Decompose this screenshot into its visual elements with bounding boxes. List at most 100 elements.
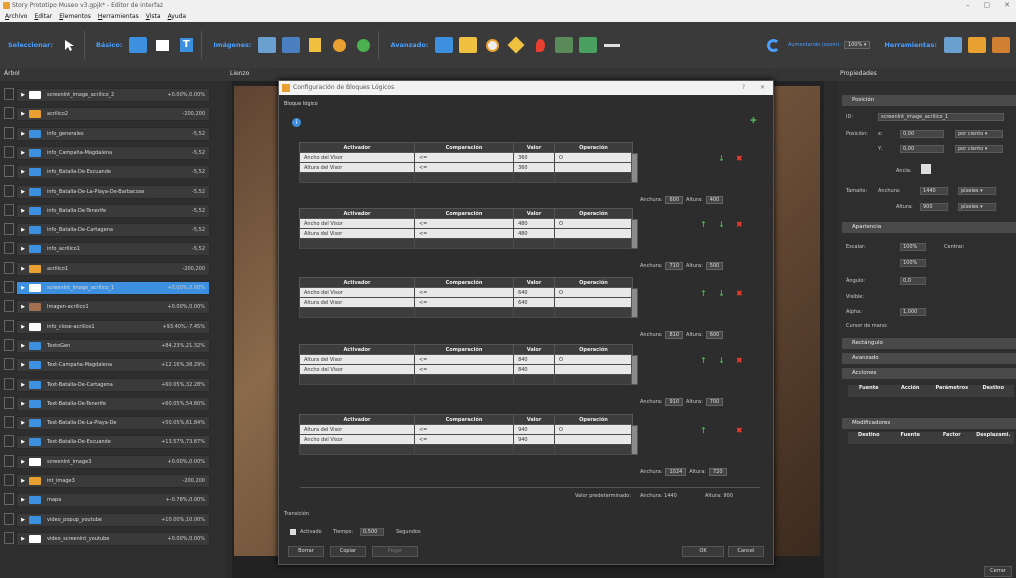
paste-button[interactable]: Pegar bbox=[372, 546, 418, 557]
condition-row[interactable]: Altura del Visor <= 840 O bbox=[299, 354, 634, 365]
zoom-select[interactable]: 100% ▾ bbox=[843, 41, 871, 49]
delete-block-icon[interactable]: ✖ bbox=[736, 289, 743, 298]
expand-arrow-icon[interactable]: ▶ bbox=[17, 92, 29, 98]
nav-icon[interactable] bbox=[507, 36, 525, 54]
tool-icon-1[interactable] bbox=[944, 37, 962, 53]
condition-cell[interactable]: 480 bbox=[513, 228, 555, 239]
visibility-checkbox[interactable] bbox=[4, 396, 14, 409]
condition-cell[interactable]: 940 bbox=[513, 434, 555, 445]
visibility-checkbox[interactable] bbox=[4, 107, 14, 120]
tree-item[interactable]: ▶ TextoGen +84.23%,21.32% bbox=[16, 338, 210, 353]
angle-field[interactable]: 0,0 bbox=[900, 277, 926, 285]
scale-x-field[interactable]: 100% bbox=[900, 243, 926, 251]
condition-cell[interactable]: <= bbox=[413, 434, 515, 445]
x-unit-select[interactable]: por ciento ▾ bbox=[955, 130, 1003, 138]
block-height-field[interactable]: 500 bbox=[705, 262, 724, 270]
condition-cell[interactable]: Altura del Visor bbox=[299, 228, 415, 239]
pin-icon[interactable] bbox=[531, 37, 549, 53]
info-icon[interactable]: i bbox=[292, 118, 301, 127]
empty-cell[interactable] bbox=[299, 307, 415, 318]
condition-cell[interactable]: Ancho del Visor bbox=[299, 287, 415, 298]
visibility-checkbox[interactable] bbox=[4, 203, 14, 216]
expand-arrow-icon[interactable]: ▶ bbox=[17, 343, 29, 349]
condition-row[interactable]: Ancho del Visor <= 940 bbox=[299, 434, 634, 445]
tree-item[interactable]: ▶ Text-Campaña-Magdalena +12.16%,38.29% bbox=[16, 358, 210, 373]
visibility-checkbox[interactable] bbox=[4, 261, 14, 274]
expand-arrow-icon[interactable]: ▶ bbox=[17, 401, 29, 407]
menu-editar[interactable]: Editar bbox=[34, 11, 52, 22]
condition-cell[interactable] bbox=[553, 364, 634, 375]
visibility-checkbox[interactable] bbox=[4, 223, 14, 236]
delete-block-icon[interactable]: ✖ bbox=[736, 426, 743, 435]
expand-arrow-icon[interactable]: ▶ bbox=[17, 382, 29, 388]
map-icon[interactable] bbox=[555, 37, 574, 53]
tree-item[interactable]: ▶ Text-Batalla-De-Cartagena +60.05%,32.28% bbox=[16, 377, 210, 392]
empty-cell[interactable] bbox=[413, 374, 515, 385]
tree-item[interactable]: ▶ acrilico1 -200,200 bbox=[16, 261, 210, 276]
tree-item[interactable]: ▶ info_Batalla-De-Tenerife -5,52 bbox=[16, 203, 210, 218]
scale-y-field[interactable]: 100% bbox=[900, 259, 926, 267]
alpha-field[interactable]: 1,000 bbox=[900, 308, 926, 316]
empty-cell[interactable] bbox=[553, 172, 634, 183]
block-width-field[interactable]: 1024 bbox=[665, 468, 687, 476]
condition-cell[interactable]: 480 bbox=[513, 218, 555, 229]
condition-cell[interactable]: Altura del Visor bbox=[299, 424, 415, 435]
empty-cell[interactable] bbox=[413, 172, 515, 183]
condition-row[interactable]: Altura del Visor <= 480 bbox=[299, 228, 634, 239]
expand-arrow-icon[interactable]: ▶ bbox=[17, 439, 29, 445]
tool-icon-2[interactable] bbox=[968, 37, 986, 53]
pointer-icon[interactable] bbox=[60, 37, 78, 53]
condition-cell[interactable]: <= bbox=[413, 218, 515, 229]
tree-item[interactable]: ▶ Text-Batalla-De-Tenerife +60.05%,54.80% bbox=[16, 396, 210, 411]
move-up-icon[interactable]: ↑ bbox=[700, 289, 707, 298]
condition-cell[interactable]: Ancho del Visor bbox=[299, 364, 415, 375]
empty-cell[interactable] bbox=[413, 307, 515, 318]
condition-cell[interactable]: <= bbox=[413, 354, 515, 365]
tool-icon-3[interactable] bbox=[992, 37, 1010, 53]
visibility-checkbox[interactable] bbox=[4, 165, 14, 178]
condition-cell[interactable]: <= bbox=[413, 152, 515, 163]
empty-cell[interactable] bbox=[413, 444, 515, 455]
condition-cell[interactable]: Altura del Visor bbox=[299, 297, 415, 308]
tree-item[interactable]: ▶ info_close-acrilico1 +93.40%,-7.45% bbox=[16, 319, 210, 334]
tree-item[interactable]: ▶ video_screenlnt_youtube +0.00%,0.00% bbox=[16, 531, 210, 546]
empty-cell[interactable] bbox=[553, 444, 634, 455]
expand-arrow-icon[interactable]: ▶ bbox=[17, 285, 29, 291]
visibility-checkbox[interactable] bbox=[4, 145, 14, 158]
condition-cell[interactable]: Ancho del Visor bbox=[299, 218, 415, 229]
media-icon[interactable] bbox=[579, 37, 598, 53]
condition-cell[interactable]: <= bbox=[413, 162, 515, 173]
block-width-field[interactable]: 710 bbox=[665, 262, 684, 270]
height-field[interactable]: 900 bbox=[920, 203, 948, 211]
menu-herramientas[interactable]: Herramientas bbox=[98, 11, 139, 22]
visibility-checkbox[interactable] bbox=[4, 377, 14, 390]
row-controls[interactable] bbox=[631, 425, 638, 455]
section-rectangle[interactable]: Rectángulo bbox=[842, 338, 1016, 349]
expand-arrow-icon[interactable]: ▶ bbox=[17, 169, 29, 175]
section-position[interactable]: Posición bbox=[842, 95, 1016, 106]
block-width-field[interactable]: 600 bbox=[665, 196, 684, 204]
condition-cell[interactable] bbox=[553, 228, 634, 239]
visibility-checkbox[interactable] bbox=[4, 338, 14, 351]
expand-arrow-icon[interactable]: ▶ bbox=[17, 459, 29, 465]
visibility-checkbox[interactable] bbox=[4, 493, 14, 506]
expand-arrow-icon[interactable]: ▶ bbox=[17, 497, 29, 503]
width-unit-select[interactable]: píxeles ▾ bbox=[958, 187, 996, 195]
tree-item[interactable]: ▶ screenlnt_image_acrilico_1 +0.00%,0.00% bbox=[16, 281, 210, 295]
tree-item[interactable]: ▶ acrilico2 -200,200 bbox=[16, 107, 210, 122]
tree-item[interactable]: ▶ info_generales -5,52 bbox=[16, 126, 210, 141]
section-advanced[interactable]: Avanzado bbox=[842, 353, 1016, 364]
visibility-checkbox[interactable] bbox=[4, 319, 14, 332]
condition-cell[interactable]: O bbox=[553, 218, 634, 229]
visibility-checkbox[interactable] bbox=[4, 281, 14, 293]
condition-cell[interactable] bbox=[553, 434, 634, 445]
expand-arrow-icon[interactable]: ▶ bbox=[17, 304, 29, 310]
condition-cell[interactable]: <= bbox=[413, 364, 515, 375]
move-down-icon[interactable]: ↓ bbox=[718, 154, 725, 163]
condition-cell[interactable]: <= bbox=[413, 287, 515, 298]
cancel-button[interactable]: Cancel bbox=[728, 546, 764, 557]
id-field[interactable]: screenlnt_image_acrilico_1 bbox=[878, 113, 1004, 121]
video-icon[interactable] bbox=[435, 37, 454, 53]
expand-arrow-icon[interactable]: ▶ bbox=[17, 517, 29, 523]
x-field[interactable]: 0,00 bbox=[900, 130, 944, 138]
